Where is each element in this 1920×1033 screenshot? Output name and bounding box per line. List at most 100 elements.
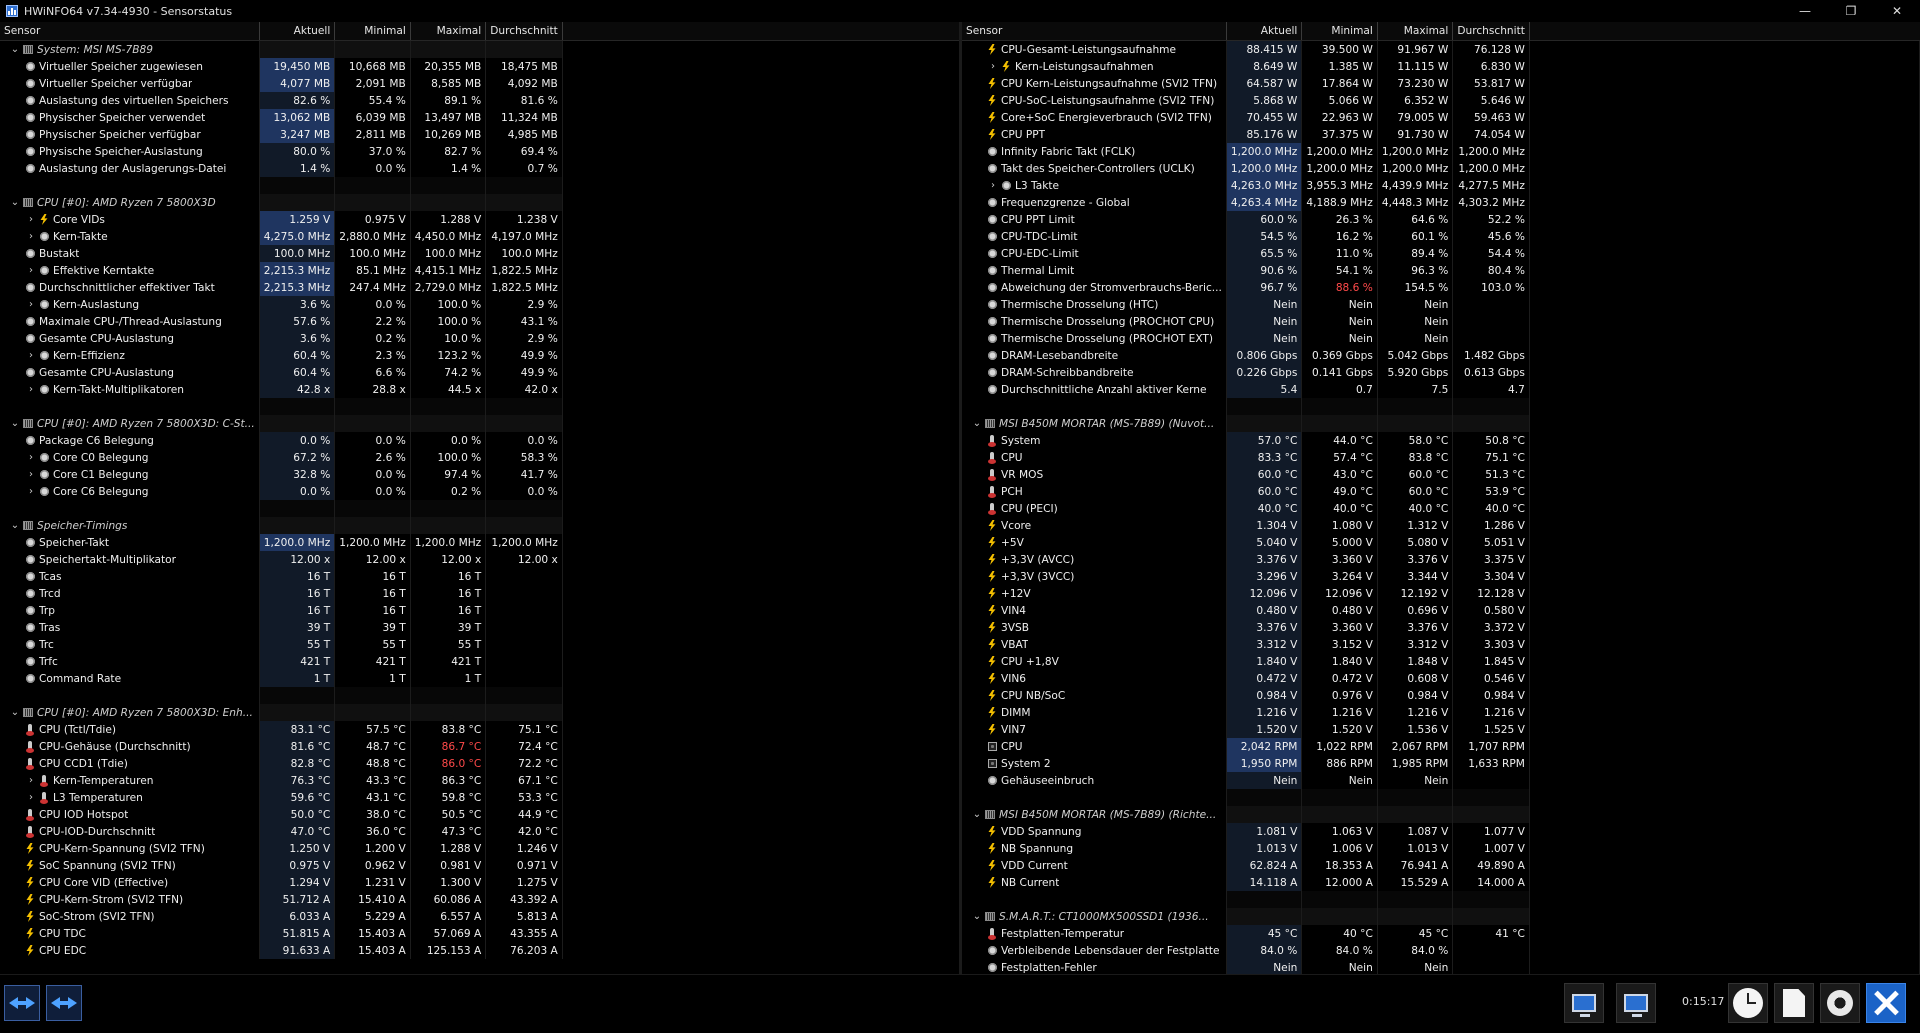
settings-button[interactable] — [1820, 983, 1860, 1023]
sensor-row[interactable]: Tras 39 T 39 T 39 T — [0, 619, 961, 636]
sensor-row[interactable]: › Kern-Leistungsaufnahmen 8.649 W 1.385 W 11… — [962, 58, 1920, 75]
sensor-name-cell[interactable]: Gehäuseeinbruch — [962, 772, 1227, 789]
sensor-row[interactable]: CPU +1,8V 1.840 V 1.840 V 1.848 V 1.845 V — [962, 653, 1920, 670]
sensor-row[interactable]: Command Rate 1 T1 T1 T — [0, 670, 961, 687]
sensor-name-cell[interactable]: CPU-TDC-Limit — [962, 228, 1227, 245]
sensor-name-cell[interactable]: DRAM-Schreibbandbreite — [962, 364, 1227, 381]
sensor-row[interactable]: VIN7 1.520 V 1.520 V 1.536 V 1.525 V — [962, 721, 1920, 738]
sensor-name-cell[interactable]: CPU PPT — [962, 126, 1227, 143]
collapse-chevron-icon[interactable]: ⌄ — [8, 418, 22, 429]
sensor-row[interactable]: Festplatten-Fehler Nein Nein Nein — [962, 959, 1920, 974]
sensor-row[interactable]: CPU EDC 91.633 A 15.403 A 125.153 A 76.203 A — [0, 942, 961, 959]
sensor-group-row[interactable]: ⌄ System: MSI MS-7B89 — [0, 40, 961, 58]
sensor-row[interactable]: DRAM-Schreibbandbreite 0.226 Gbps 0.141 Gb… — [962, 364, 1920, 381]
sensor-row[interactable]: › Core C6 Belegung 0.0 % 0.0 % 0.2 % 0.0 % — [0, 483, 961, 500]
sensor-name-cell[interactable]: +3,3V (AVCC) — [962, 551, 1227, 568]
sensor-row[interactable]: VDD Spannung 1.081 V 1.063 V 1.087 V 1.077 V — [962, 823, 1920, 840]
sensor-name-cell[interactable]: VDD Spannung — [962, 823, 1227, 840]
sensor-row[interactable]: SoC Spannung (SVI2 TFN) 0.975 V 0.962 V 0.9… — [0, 857, 961, 874]
sensor-row[interactable]: CPU-SoC-Leistungsaufnahme (SVI2 TFN) 5.86… — [962, 92, 1920, 109]
sensor-row[interactable]: CPU-Gehäuse (Durchschnitt) 81.6 °C 48.7 °C… — [0, 738, 961, 755]
sensor-row[interactable]: 3VSB 3.376 V 3.360 V 3.376 V 3.372 V — [962, 619, 1920, 636]
sensor-name-cell[interactable]: CPU — [962, 449, 1227, 466]
sensor-row[interactable]: Durchschnittlicher effektiver Takt 2,215.… — [0, 279, 961, 296]
sensor-row[interactable]: Thermische Drosselung (HTC) Nein Nein Nein — [962, 296, 1920, 313]
sensor-row[interactable]: › Core C0 Belegung 67.2 % 2.6 % 100.0 % 58.3 … — [0, 449, 961, 466]
sensor-settings-button[interactable] — [1564, 983, 1604, 1023]
sensor-name-cell[interactable]: Festplatten-Temperatur — [962, 925, 1227, 942]
col-header-current[interactable]: Aktuell — [1226, 22, 1303, 41]
sensor-row[interactable]: CPU CCD1 (Tdie) 82.8 °C 48.8 °C 86.0 °C 72.2… — [0, 755, 961, 772]
col-header-sensor[interactable]: Sensor — [962, 22, 1227, 41]
sensor-name-cell[interactable]: CPU-Gesamt-Leistungsaufnahme — [962, 40, 1227, 58]
sensor-row[interactable]: CPU-Kern-Spannung (SVI2 TFN) 1.250 V 1.200… — [0, 840, 961, 857]
col-header-current[interactable]: Aktuell — [259, 22, 336, 41]
sensor-name-cell[interactable]: Physischer Speicher verfügbar — [0, 126, 260, 143]
sensor-row[interactable]: Physische Speicher-Auslastung 80.0 % 37.0 … — [0, 143, 961, 160]
sensor-name-cell[interactable]: VDD Current — [962, 857, 1227, 874]
collapse-chevron-icon[interactable]: ⌄ — [8, 707, 22, 718]
sensor-name-cell[interactable]: CPU PPT Limit — [962, 211, 1227, 228]
sensor-name-cell[interactable]: CPU-IOD-Durchschnitt — [0, 823, 260, 840]
sensor-name-cell[interactable]: › Kern-Takte — [0, 228, 260, 245]
sensor-name-cell[interactable]: › Kern-Effizienz — [0, 347, 260, 364]
sensor-row[interactable]: CPU 83.3 °C 57.4 °C 83.8 °C 75.1 °C — [962, 449, 1920, 466]
sensor-row[interactable]: NB Spannung 1.013 V 1.006 V 1.013 V 1.007 V — [962, 840, 1920, 857]
sensor-name-cell[interactable]: SoC-Strom (SVI2 TFN) — [0, 908, 260, 925]
sensor-row[interactable]: Bustakt 100.0 MHz 100.0 MHz 100.0 MHz 100.0 … — [0, 245, 961, 262]
sensor-name-cell[interactable]: CPU EDC — [0, 942, 260, 959]
sensor-row[interactable]: Abweichung der Stromverbrauchs-Beric... 9… — [962, 279, 1920, 296]
sensor-name-cell[interactable]: Command Rate — [0, 670, 260, 687]
sensor-name-cell[interactable]: CPU-EDC-Limit — [962, 245, 1227, 262]
sensor-row[interactable]: CPU 2,042 RPM 1,022 RPM 2,067 RPM 1,707 RPM — [962, 738, 1920, 755]
sensor-row[interactable]: CPU-IOD-Durchschnitt 47.0 °C 36.0 °C 47.3 °… — [0, 823, 961, 840]
sensor-name-cell[interactable]: VBAT — [962, 636, 1227, 653]
expand-chevron-icon[interactable]: › — [24, 299, 38, 310]
sensor-row[interactable]: Trcd 16 T 16 T 16 T — [0, 585, 961, 602]
sensor-row[interactable]: Tcas 16 T 16 T 16 T — [0, 568, 961, 585]
sensor-row[interactable]: VIN6 0.472 V 0.472 V 0.608 V 0.546 V — [962, 670, 1920, 687]
sensor-name-cell[interactable]: Frequenzgrenze - Global — [962, 194, 1227, 211]
sensor-row[interactable]: Auslastung der Auslagerungs-Datei 1.4 % 0.… — [0, 160, 961, 177]
sensor-name-cell[interactable]: Thermische Drosselung (HTC) — [962, 296, 1227, 313]
sensor-name-cell[interactable]: Core+SoC Energieverbrauch (SVI2 TFN) — [962, 109, 1227, 126]
sensor-name-cell[interactable]: CPU IOD Hotspot — [0, 806, 260, 823]
sensor-name-cell[interactable]: CPU-Kern-Spannung (SVI2 TFN) — [0, 840, 260, 857]
sensor-row[interactable]: Virtueller Speicher zugewiesen 19,450 MB 1… — [0, 58, 961, 75]
sensor-name-cell[interactable]: Durchschnittlicher effektiver Takt — [0, 279, 260, 296]
sensor-row[interactable]: › Effektive Kerntakte 2,215.3 MHz 85.1 MHz 4… — [0, 262, 961, 279]
sensor-row[interactable]: +5V 5.040 V 5.000 V 5.080 V 5.051 V — [962, 534, 1920, 551]
sensor-row[interactable]: Physischer Speicher verwendet 13,062 MB 6,… — [0, 109, 961, 126]
sensor-row[interactable]: Thermische Drosselung (PROCHOT EXT) Nein N… — [962, 330, 1920, 347]
sensor-row[interactable]: › Kern-Effizienz 60.4 % 2.3 % 123.2 % 49.9 % — [0, 347, 961, 364]
sensor-name-cell[interactable]: Trfc — [0, 653, 260, 670]
sensor-row[interactable]: Gesamte CPU-Auslastung 3.6 % 0.2 % 10.0 % 2.… — [0, 330, 961, 347]
sensor-row[interactable]: Vcore 1.304 V 1.080 V 1.312 V 1.286 V — [962, 517, 1920, 534]
sensor-row[interactable]: › Kern-Takt-Multiplikatoren 42.8 x 28.8 x 44… — [0, 381, 961, 398]
sensor-name-cell[interactable]: Verbleibende Lebensdauer der Festplatte — [962, 942, 1227, 959]
sensor-row[interactable]: › L3 Takte 4,263.0 MHz 3,955.3 MHz 4,439.9 M… — [962, 177, 1920, 194]
sensor-row[interactable]: VR MOS 60.0 °C 43.0 °C 60.0 °C 51.3 °C — [962, 466, 1920, 483]
sensor-row[interactable]: System 57.0 °C 44.0 °C 58.0 °C 50.8 °C — [962, 432, 1920, 449]
sensor-group-row[interactable]: ⌄ Speicher-Timings — [0, 517, 961, 534]
sensor-row[interactable]: DRAM-Lesebandbreite 0.806 Gbps 0.369 Gbps 5… — [962, 347, 1920, 364]
sensor-name-cell[interactable]: › Core C1 Belegung — [0, 466, 260, 483]
sensor-name-cell[interactable]: Thermal Limit — [962, 262, 1227, 279]
minimize-button[interactable]: — — [1782, 0, 1828, 22]
close-window-button[interactable]: ✕ — [1874, 0, 1920, 22]
sensor-name-cell[interactable]: CPU (Tctl/Tdie) — [0, 721, 260, 738]
group-name-cell[interactable]: ⌄ CPU [#0]: AMD Ryzen 7 5800X3D — [0, 194, 260, 211]
sensor-row[interactable]: Festplatten-Temperatur 45 °C 40 °C 45 °C 41 … — [962, 925, 1920, 942]
sensor-row[interactable]: Package C6 Belegung 0.0 % 0.0 % 0.0 % 0.0 % — [0, 432, 961, 449]
sensor-name-cell[interactable]: VR MOS — [962, 466, 1227, 483]
sensor-name-cell[interactable]: +5V — [962, 534, 1227, 551]
expand-chevron-icon[interactable]: › — [24, 775, 38, 786]
sensor-name-cell[interactable]: Physische Speicher-Auslastung — [0, 143, 260, 160]
col-header-min[interactable]: Minimal — [334, 22, 411, 41]
sensor-row[interactable]: CPU-Gesamt-Leistungsaufnahme 88.415 W 39.5… — [962, 40, 1920, 58]
group-name-cell[interactable]: ⌄ CPU [#0]: AMD Ryzen 7 5800X3D: Enh... — [0, 704, 260, 721]
sensor-row[interactable]: Trp 16 T 16 T 16 T — [0, 602, 961, 619]
sensor-group-row[interactable]: ⌄ MSI B450M MORTAR (MS-7B89) (Richte... — [962, 806, 1920, 823]
group-name-cell[interactable]: ⌄ System: MSI MS-7B89 — [0, 40, 260, 58]
sensor-name-cell[interactable]: System — [962, 432, 1227, 449]
